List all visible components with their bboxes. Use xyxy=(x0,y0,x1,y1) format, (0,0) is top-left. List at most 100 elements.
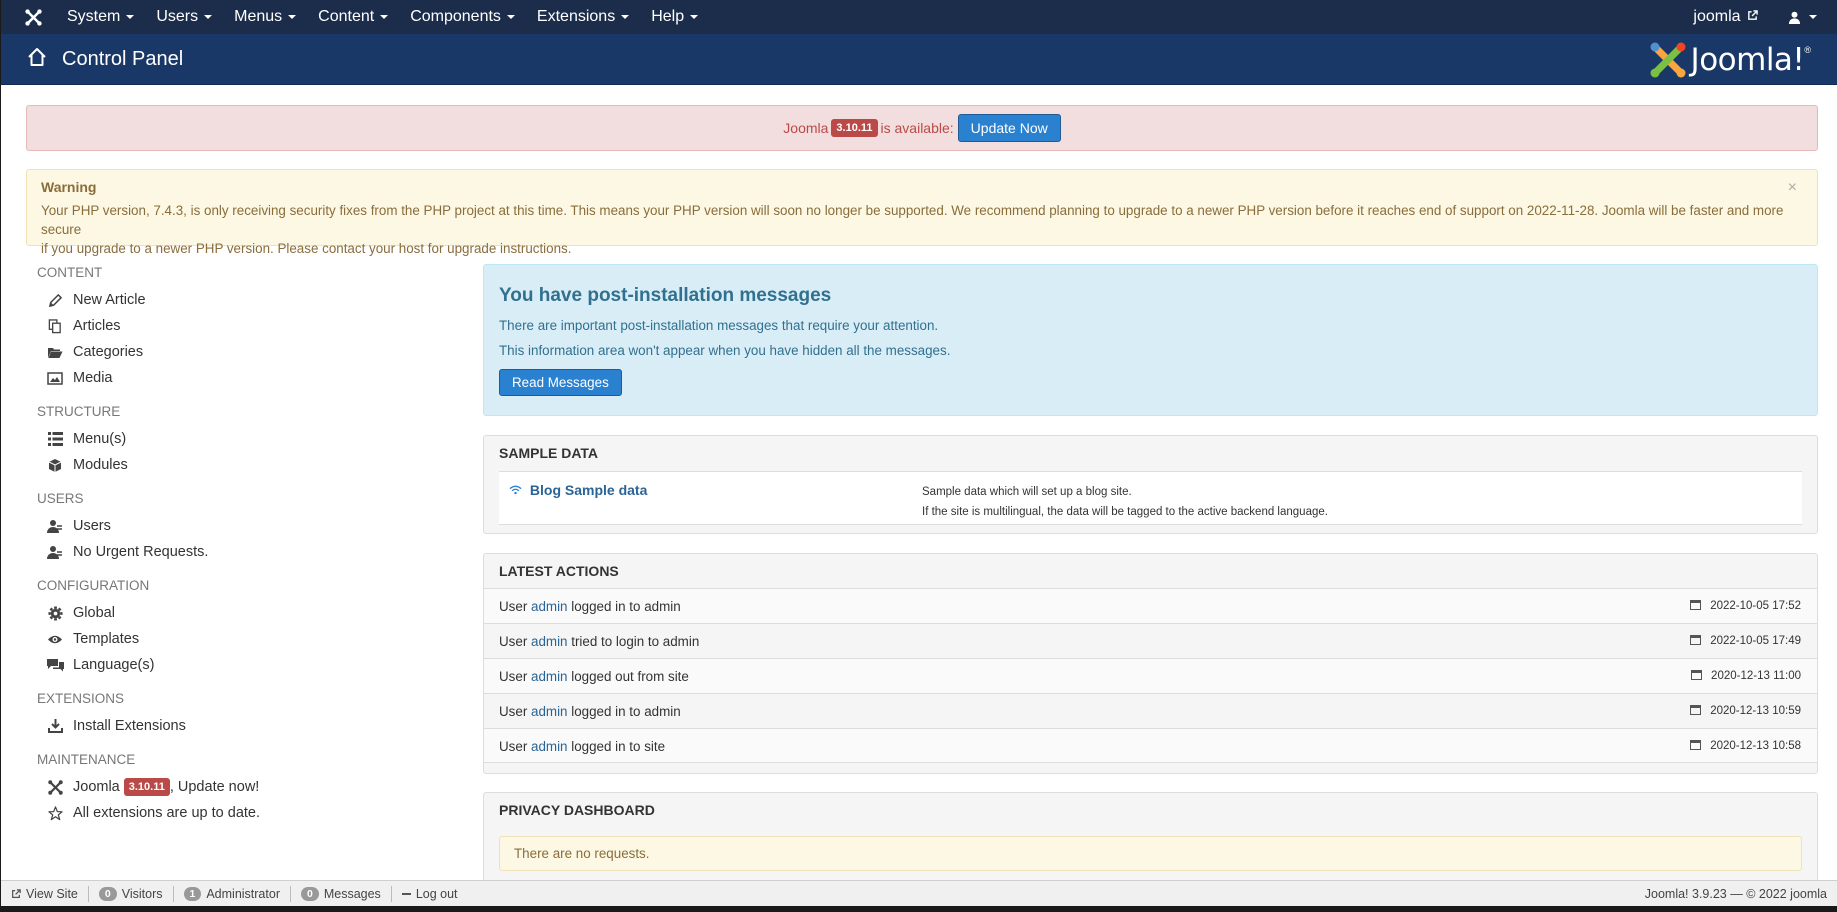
update-prefix: Joomla xyxy=(783,120,829,136)
page-header: Control Panel Joomla! ® xyxy=(1,34,1837,85)
menu-help[interactable]: Help xyxy=(640,0,709,34)
copy-icon xyxy=(45,318,65,334)
external-link-icon xyxy=(12,889,21,898)
no-requests-message: There are no requests. xyxy=(499,836,1802,871)
user-link[interactable]: admin xyxy=(531,634,567,649)
sidebar-item-categories[interactable]: Categories xyxy=(37,339,437,365)
admins-count-badge: 1 xyxy=(183,887,202,901)
user-link[interactable]: admin xyxy=(531,704,567,719)
menu-content[interactable]: Content xyxy=(307,0,399,34)
post-install-line2: This information area won't appear when … xyxy=(499,343,951,358)
sidebar-item-languages[interactable]: Language(s) xyxy=(37,652,437,678)
action-row: User admin logged out from site 2020-12-… xyxy=(484,658,1817,693)
user-menu[interactable] xyxy=(1788,11,1817,24)
joomla-wordmark: Joomla! xyxy=(1690,42,1805,78)
sidebar-item-global[interactable]: Global xyxy=(37,600,437,626)
warning-text-line2: if you upgrade to a newer PHP version. P… xyxy=(41,241,572,256)
caret-down-icon xyxy=(204,14,213,19)
timestamp: 2022-10-05 17:49 xyxy=(1690,624,1801,659)
registered-mark: ® xyxy=(1804,45,1811,55)
menu-components[interactable]: Components xyxy=(399,0,526,34)
user-link[interactable]: admin xyxy=(531,739,567,754)
sidebar-item-urgent-requests[interactable]: No Urgent Requests. xyxy=(37,539,437,565)
menu-system[interactable]: System xyxy=(56,0,145,34)
users-icon xyxy=(45,518,65,534)
users-icon xyxy=(45,544,65,560)
section-heading-maintenance: MAINTENANCE xyxy=(37,752,136,767)
home-icon xyxy=(28,48,46,66)
joomla-brand-logo-icon xyxy=(1650,42,1686,78)
timestamp: 2020-12-13 11:00 xyxy=(1691,659,1801,694)
update-now-button[interactable]: Update Now xyxy=(957,114,1061,142)
download-icon xyxy=(45,718,65,734)
app-frame: System Users Menus Content Components Ex… xyxy=(1,0,1837,906)
menu-extensions[interactable]: Extensions xyxy=(526,0,640,34)
sidebar-item-users[interactable]: Users xyxy=(37,513,437,539)
timestamp: 2020-12-13 10:59 xyxy=(1690,694,1801,729)
caret-down-icon xyxy=(690,14,699,19)
sidebar-item-install-extensions[interactable]: Install Extensions xyxy=(37,713,437,739)
quick-icons-sidebar: CONTENT New Article Articles Categories … xyxy=(37,265,437,826)
pencil-icon xyxy=(45,292,65,308)
user-link[interactable]: admin xyxy=(531,669,567,684)
panel-heading: LATEST ACTIONS xyxy=(499,563,619,579)
calendar-icon xyxy=(1690,599,1702,610)
panel-heading: SAMPLE DATA xyxy=(499,445,599,461)
menu-users[interactable]: Users xyxy=(145,0,223,34)
calendar-icon xyxy=(1690,634,1702,645)
star-icon xyxy=(45,805,65,821)
caret-down-icon xyxy=(1809,15,1817,19)
action-row: User admin logged in to site 2020-12-13 … xyxy=(484,728,1817,763)
top-navbar: System Users Menus Content Components Ex… xyxy=(1,0,1837,34)
visitors-status[interactable]: 0 Visitors xyxy=(89,886,174,902)
sidebar-item-menus[interactable]: Menu(s) xyxy=(37,426,437,452)
status-left: View Site 0 Visitors 1 Administrator 0 M… xyxy=(11,881,468,906)
latest-actions-panel: LATEST ACTIONS User admin logged in to a… xyxy=(483,553,1818,774)
sidebar-item-media[interactable]: Media xyxy=(37,365,437,391)
timestamp: 2020-12-13 10:58 xyxy=(1690,729,1801,764)
sidebar-item-extensions-status[interactable]: All extensions are up to date. xyxy=(37,800,437,826)
sidebar-item-joomla-update[interactable]: Joomla 3.10.11 , Update now! xyxy=(37,774,437,800)
sample-data-description: Sample data which will set up a blog sit… xyxy=(922,486,1328,518)
action-row: User admin logged in to admin 2022-10-05… xyxy=(484,588,1817,623)
post-install-messages: You have post-installation messages Ther… xyxy=(483,264,1818,416)
wifi-icon xyxy=(509,485,522,495)
sidebar-item-articles[interactable]: Articles xyxy=(37,313,437,339)
calendar-icon xyxy=(1691,669,1703,680)
blog-sample-data-link[interactable]: Blog Sample data xyxy=(509,482,647,498)
joomla-icon xyxy=(45,779,65,795)
update-alert: Joomla 3.10.11 is available: Update Now xyxy=(26,105,1818,151)
joomla-logo-icon[interactable] xyxy=(25,9,42,26)
sidebar-item-modules[interactable]: Modules xyxy=(37,452,437,478)
user-link[interactable]: admin xyxy=(531,599,567,614)
messages-status[interactable]: 0 Messages xyxy=(291,886,392,902)
image-icon xyxy=(45,370,65,386)
version-copyright: Joomla! 3.9.23 — © 2022 joomla xyxy=(1644,887,1827,901)
sample-data-row: Blog Sample data Sample data which will … xyxy=(499,471,1802,525)
status-bar: View Site 0 Visitors 1 Administrator 0 M… xyxy=(1,880,1837,906)
close-icon[interactable]: × xyxy=(1788,178,1797,197)
read-messages-button[interactable]: Read Messages xyxy=(499,369,622,396)
section-heading-extensions: EXTENSIONS xyxy=(37,691,125,706)
sidebar-item-new-article[interactable]: New Article xyxy=(37,287,437,313)
eye-icon xyxy=(45,631,65,647)
post-install-line1: There are important post-installation me… xyxy=(499,318,939,333)
administrators-status[interactable]: 1 Administrator xyxy=(174,886,291,902)
warning-title: Warning xyxy=(41,179,97,195)
joomla-brand: Joomla! ® xyxy=(1649,40,1811,80)
sidebar-item-templates[interactable]: Templates xyxy=(37,626,437,652)
update-suffix: is available: xyxy=(880,120,954,136)
timestamp: 2022-10-05 17:52 xyxy=(1690,589,1801,624)
site-link[interactable]: joomla xyxy=(1693,8,1758,26)
php-warning-alert: Warning Your PHP version, 7.4.3, is only… xyxy=(26,169,1818,256)
action-row: User admin logged in to admin 2020-12-13… xyxy=(484,693,1817,728)
comments-icon xyxy=(45,657,65,673)
logout-link[interactable]: Log out xyxy=(392,886,468,902)
menu-menus[interactable]: Menus xyxy=(223,0,307,34)
view-site-link[interactable]: View Site xyxy=(11,886,89,902)
gear-icon xyxy=(45,605,65,621)
folder-open-icon xyxy=(45,344,65,360)
warning-text-line1: Your PHP version, 7.4.3, is only receivi… xyxy=(41,203,1784,237)
caret-down-icon xyxy=(288,14,297,19)
user-icon xyxy=(1788,11,1801,24)
